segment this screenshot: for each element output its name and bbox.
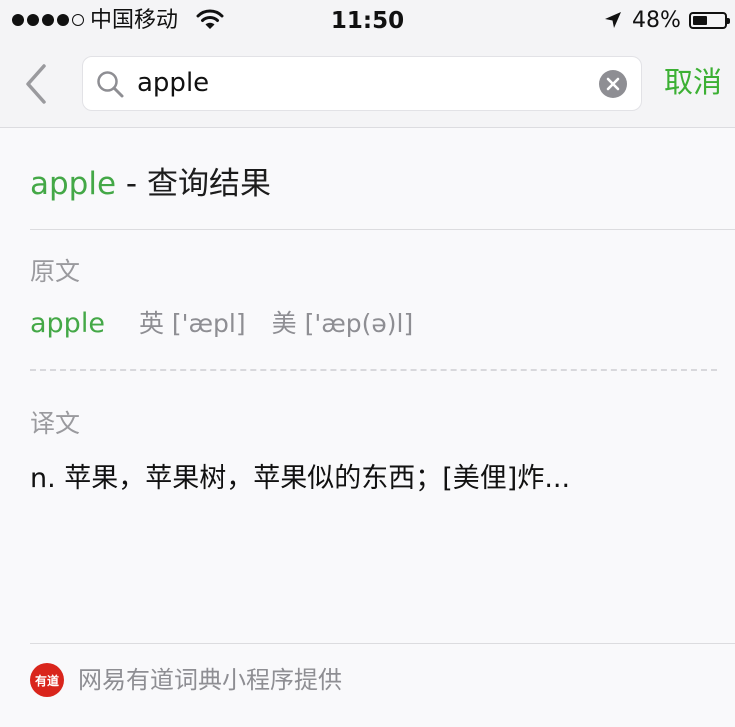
search-input[interactable] <box>137 65 577 101</box>
search-header: 取消 <box>0 44 735 128</box>
footer-divider <box>30 643 735 644</box>
clear-icon <box>606 77 620 91</box>
chevron-left-icon <box>26 64 46 104</box>
status-bar: 中国移动 11:50 48% <box>0 0 735 44</box>
search-box[interactable] <box>82 56 642 111</box>
original-word: apple <box>30 308 105 339</box>
search-icon <box>95 69 125 103</box>
result-title-suffix: 查询结果 <box>146 166 271 202</box>
phonetic-us[interactable]: 美 ['æp(ə)l] <box>272 306 414 342</box>
section-divider <box>30 369 717 371</box>
status-time: 11:50 <box>330 8 405 34</box>
original-section-label: 原文 <box>30 257 81 286</box>
phonetic-uk[interactable]: 英 ['æpl] <box>139 306 246 342</box>
result-title: apple - 查询结果 <box>30 164 271 204</box>
battery-nub <box>727 18 730 24</box>
title-divider <box>30 229 735 230</box>
battery-percent: 48% <box>632 8 681 33</box>
youdao-logo: 有道 <box>30 663 64 697</box>
location-arrow-icon <box>603 10 623 34</box>
back-button[interactable] <box>22 62 62 106</box>
battery-icon <box>689 12 730 29</box>
result-content: apple - 查询结果 原文 apple 英 ['æpl] 美 ['æp(ə)… <box>0 128 735 727</box>
clear-search-button[interactable] <box>599 70 627 98</box>
footer-provider-text: 网易有道词典小程序提供 <box>78 666 342 694</box>
translation-text: n. 苹果，苹果树，苹果似的东西；[美俚]炸... <box>30 463 571 494</box>
original-row: apple 英 ['æpl] 美 ['æp(ə)l] <box>30 306 439 342</box>
cancel-button[interactable]: 取消 <box>664 60 722 104</box>
battery-level <box>693 16 707 25</box>
result-title-word: apple <box>30 166 117 202</box>
footer: 有道 网易有道词典小程序提供 <box>30 663 342 697</box>
result-title-separator: - <box>116 166 147 202</box>
translation-section-label: 译文 <box>30 409 81 438</box>
